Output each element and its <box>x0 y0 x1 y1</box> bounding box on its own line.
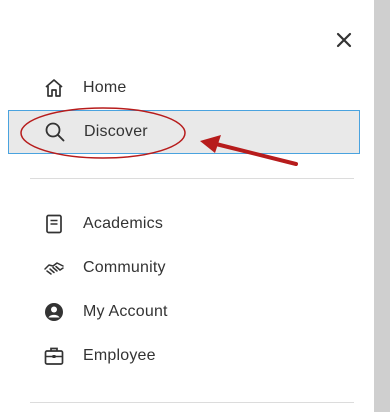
menu-item-label: Discover <box>84 123 148 140</box>
menu-item-employee[interactable]: Employee <box>8 334 360 378</box>
handshake-icon <box>42 256 66 280</box>
book-icon <box>42 212 66 236</box>
menu-item-my-account[interactable]: My Account <box>8 290 360 334</box>
close-icon <box>336 32 352 48</box>
briefcase-icon <box>42 344 66 368</box>
home-icon <box>42 76 66 100</box>
menu-item-label: Employee <box>83 347 156 364</box>
navigation-drawer: Home Discover Academics Community My Acc… <box>0 0 374 412</box>
account-icon <box>42 300 66 324</box>
close-button[interactable] <box>328 24 360 56</box>
menu-item-label: Home <box>83 79 127 96</box>
scrollbar[interactable] <box>374 0 390 412</box>
search-icon <box>43 120 67 144</box>
divider <box>30 178 354 179</box>
divider <box>30 402 354 403</box>
page: Home Discover Academics Community My Acc… <box>0 0 390 412</box>
menu-item-label: Academics <box>83 215 164 232</box>
menu-item-community[interactable]: Community <box>8 246 360 290</box>
menu-item-label: Community <box>83 259 166 276</box>
menu-item-discover[interactable]: Discover <box>8 110 360 154</box>
menu-item-label: My Account <box>83 303 168 320</box>
menu-item-home[interactable]: Home <box>8 66 360 110</box>
menu-item-academics[interactable]: Academics <box>8 202 360 246</box>
